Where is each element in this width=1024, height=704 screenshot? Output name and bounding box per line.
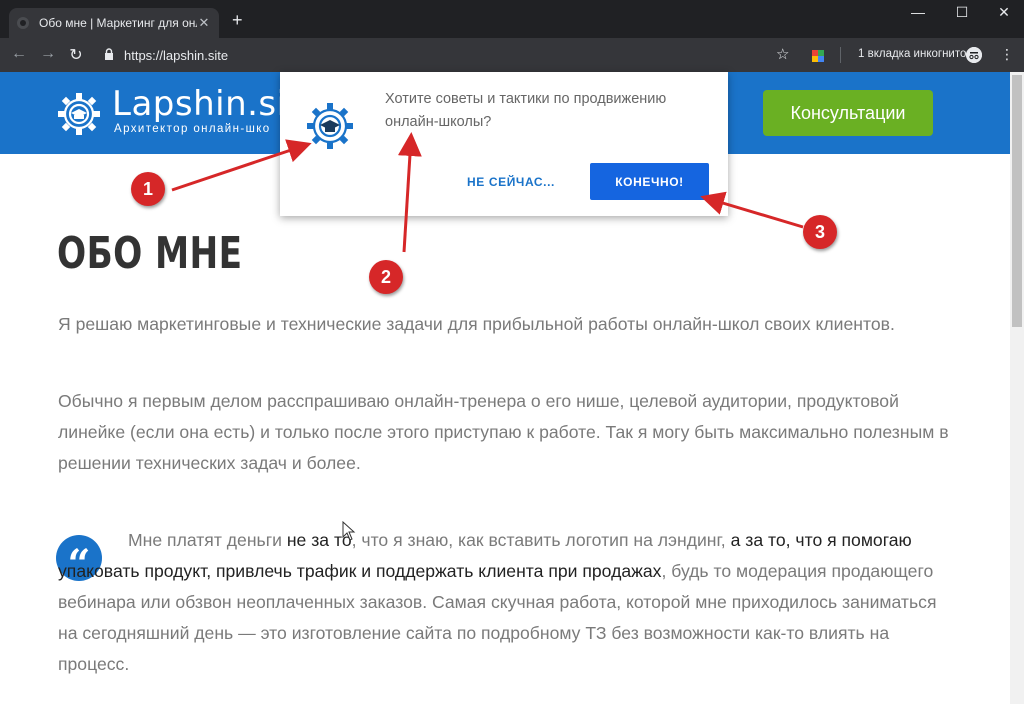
popup-message: Хотите советы и тактики по продвижению о… (385, 91, 667, 130)
not-now-button[interactable]: НЕ СЕЙЧАС... (459, 168, 563, 196)
browser-toolbar: ← → ↻ https://lapshin.site ☆ 1 вкладка и… (0, 38, 1024, 72)
incognito-icon[interactable] (966, 47, 982, 63)
mouse-cursor-icon (342, 521, 356, 541)
scrollbar-thumb[interactable] (1012, 75, 1022, 327)
url-text: https://lapshin.site (124, 47, 229, 63)
browser-menu-icon[interactable]: ⋮ (1000, 46, 1014, 63)
annotation-badge-1: 1 (131, 172, 165, 206)
popup-gear-icon (307, 103, 353, 149)
new-tab-button[interactable]: + (232, 11, 243, 29)
site-logo-text[interactable]: Lapshin.sit (112, 84, 300, 124)
quote-part: Мне платят деньги (128, 530, 287, 550)
address-bar[interactable]: https://lapshin.site (96, 43, 796, 67)
maximize-button[interactable]: ☐ (952, 4, 972, 21)
sure-button[interactable]: КОНЕЧНО! (590, 163, 709, 200)
extension-icon[interactable] (812, 50, 824, 62)
bookmark-star-icon[interactable]: ☆ (776, 45, 789, 63)
logo-gear-icon[interactable] (56, 91, 102, 137)
quote-part: , что я знаю, как вставить логотип на лэ… (351, 530, 731, 550)
consultations-button[interactable]: Консультации (763, 90, 933, 136)
annotation-badge-2: 2 (369, 260, 403, 294)
quote-text: Мне платят деньги не за то, что я знаю, … (58, 525, 948, 680)
minimize-button[interactable]: — (908, 4, 928, 20)
browser-tab[interactable]: Обо мне | Маркетинг для онлайн ✕ (9, 8, 219, 38)
annotation-badge-3: 3 (803, 215, 837, 249)
approach-paragraph: Обычно я первым делом расспрашиваю онлай… (58, 391, 949, 473)
back-icon[interactable]: ← (10, 45, 28, 63)
toolbar-divider (840, 47, 841, 63)
close-window-button[interactable]: ✕ (994, 4, 1014, 21)
tab-favicon-icon (17, 17, 29, 29)
tab-title: Обо мне | Маркетинг для онлайн (39, 16, 197, 30)
intro-paragraph: Я решаю маркетинговые и технические зада… (58, 314, 895, 334)
incognito-label: 1 вкладка инкогнито (858, 48, 967, 60)
reload-icon[interactable]: ↻ (67, 45, 85, 65)
forward-icon[interactable]: → (39, 45, 57, 63)
browser-titlebar: Обо мне | Маркетинг для онлайн ✕ + — ☐ ✕ (0, 0, 1024, 38)
site-logo-subtitle: Архитектор онлайн-шко (114, 123, 271, 135)
tab-close-icon[interactable]: ✕ (197, 15, 211, 31)
lock-icon (104, 47, 114, 63)
page-title: ОБО МНЕ (57, 228, 243, 279)
